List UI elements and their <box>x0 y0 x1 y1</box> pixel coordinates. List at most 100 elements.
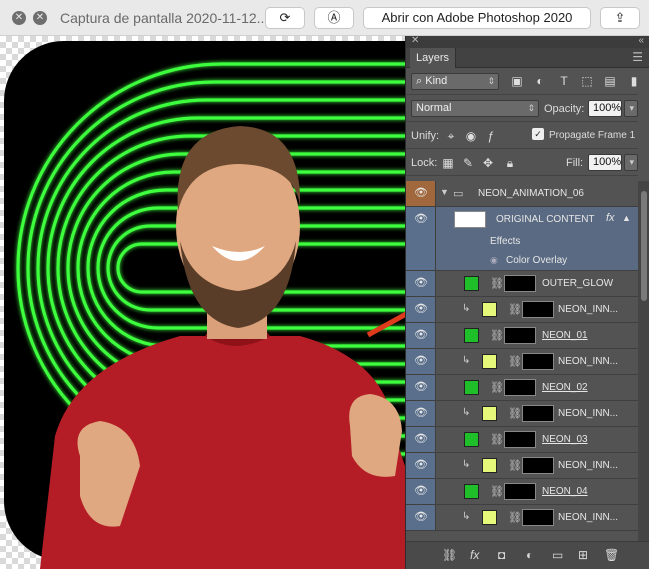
visibility-toggle[interactable]: 👁︎ <box>406 207 436 233</box>
link-icon: ⛓︎ <box>490 434 504 446</box>
link-icon: ⛓︎ <box>508 356 522 368</box>
type-filter-icon[interactable]: T <box>556 73 572 89</box>
layer-mask <box>504 275 536 292</box>
tab-bar: Layers ☰ <box>406 48 649 68</box>
unify-visibility-icon[interactable]: ◉ <box>463 128 479 144</box>
layer-row[interactable]: 👁︎ ↳ ⛓︎ NEON_INN... <box>406 297 638 323</box>
layers-list: 👁︎ ▼ ▭ NEON_ANIMATION_06 👁︎ ORIGINAL CON… <box>406 181 638 541</box>
effect-eye-icon[interactable]: ◉ <box>490 255 498 266</box>
lock-paint-icon[interactable]: ✎ <box>460 155 476 171</box>
layer-name: NEON_02 <box>542 382 588 393</box>
layer-row[interactable]: 👁︎ ↳ ⛓︎ NEON_INN... <box>406 349 638 375</box>
panel-menu-icon[interactable]: ☰ <box>632 50 643 64</box>
document-canvas[interactable] <box>0 36 405 569</box>
lock-all-icon[interactable]: 🔒︎ <box>502 155 518 171</box>
layer-row[interactable]: 👁︎ ⛓︎ NEON_04 <box>406 479 638 505</box>
visibility-toggle[interactable]: 👁︎ <box>406 297 436 322</box>
link-icon: ⛓︎ <box>490 278 504 290</box>
opacity-input[interactable]: 100% <box>588 100 622 117</box>
visibility-toggle[interactable]: 👁︎ <box>406 427 436 452</box>
fill-input[interactable]: 100% <box>588 154 622 171</box>
lock-transparency-icon[interactable]: ▦ <box>440 155 456 171</box>
visibility-toggle[interactable]: 👁︎ <box>406 323 436 348</box>
visibility-toggle[interactable]: 👁︎ <box>406 271 436 296</box>
visibility-toggle[interactable]: 👁︎ <box>406 181 436 206</box>
layer-thumbnail <box>454 211 486 228</box>
visibility-toggle[interactable]: 👁︎ <box>406 479 436 504</box>
propagate-checkbox[interactable]: ✓ <box>532 128 544 140</box>
layer-row[interactable]: 👁︎ ⛓︎ NEON_03 <box>406 427 638 453</box>
kind-filter-select[interactable]: ⌕ Kind ⇕ <box>411 73 499 90</box>
layers-scrollbar[interactable] <box>638 181 649 541</box>
layer-mask <box>504 483 536 500</box>
neon-artwork <box>16 62 405 569</box>
new-layer-icon[interactable]: ⊞ <box>578 548 588 562</box>
fx-icon[interactable]: fx <box>606 212 615 224</box>
filter-toggle-icon[interactable]: ▮ <box>626 73 642 89</box>
layers-panel: ✕ « Layers ☰ ⌕ Kind ⇕ ▣ ◐ T ⬚ ▤ ▮ Normal… <box>405 35 649 569</box>
link-layers-icon[interactable]: ⛓︎ <box>442 548 457 562</box>
blend-mode-select[interactable]: Normal ⇕ <box>411 100 539 117</box>
visibility-toggle[interactable]: 👁︎ <box>406 349 436 374</box>
add-mask-icon[interactable]: ◘ <box>498 548 505 562</box>
link-icon: ⛓︎ <box>508 460 522 472</box>
layer-row[interactable]: 👁︎ ↳ ⛓︎ NEON_INN... <box>406 453 638 479</box>
scrollbar-thumb[interactable] <box>641 191 647 301</box>
rotate-button[interactable]: ⟳ <box>265 7 305 29</box>
markup-button[interactable]: Ⓐ <box>314 7 354 29</box>
trash-icon[interactable]: 🗑︎ <box>604 548 619 562</box>
fill-dropdown-icon[interactable]: ▾ <box>624 154 638 171</box>
disclosure-triangle-icon[interactable]: ▼ <box>440 187 449 197</box>
unify-style-icon[interactable]: ƒ <box>483 128 499 144</box>
layer-selected[interactable]: 👁︎ ORIGINAL CONTENT fx ▲ <box>406 207 638 233</box>
layer-color-swatch <box>482 354 497 369</box>
layer-group[interactable]: 👁︎ ▼ ▭ NEON_ANIMATION_06 <box>406 181 638 207</box>
layer-color-swatch <box>482 458 497 473</box>
layer-name: NEON_ANIMATION_06 <box>478 188 584 199</box>
adjustment-filter-icon[interactable]: ◐ <box>532 73 548 89</box>
eye-icon: 👁︎ <box>414 329 428 341</box>
layer-name: NEON_INN... <box>558 304 619 315</box>
effects-label: Effects <box>490 236 521 247</box>
open-with-button[interactable]: Abrir con Adobe Photoshop 2020 <box>363 7 591 29</box>
new-group-icon[interactable]: ▭ <box>552 548 563 562</box>
add-style-icon[interactable]: fx <box>470 548 479 562</box>
effect-row[interactable]: ◉ Color Overlay <box>406 252 638 271</box>
tab-layers[interactable]: Layers <box>410 48 457 68</box>
visibility-toggle[interactable]: 👁︎ <box>406 453 436 478</box>
close-icon[interactable]: ✕ <box>12 11 26 25</box>
smart-filter-icon[interactable]: ▤ <box>602 73 618 89</box>
minimize-icon[interactable]: ✕ <box>33 11 47 25</box>
image-filter-icon[interactable]: ▣ <box>509 73 525 89</box>
layer-color-swatch <box>464 328 479 343</box>
layer-name: OUTER_GLOW <box>542 278 614 289</box>
kind-label: Kind <box>425 75 448 87</box>
lock-row: Lock: ▦ ✎ ✥ 🔒︎ Fill: 100% ▾ <box>406 150 638 176</box>
collapse-effects-icon[interactable]: ▲ <box>622 213 631 223</box>
share-button[interactable]: ⇪ <box>600 7 640 29</box>
folder-icon: ▭ <box>453 188 464 200</box>
visibility-toggle[interactable]: 👁︎ <box>406 375 436 400</box>
expand-icon[interactable]: « <box>638 35 644 46</box>
layer-row[interactable]: 👁︎ ⛓︎ NEON_02 <box>406 375 638 401</box>
shape-filter-icon[interactable]: ⬚ <box>579 73 595 89</box>
adjustment-layer-icon[interactable]: ◐ <box>526 548 533 562</box>
layer-name: NEON_INN... <box>558 356 619 367</box>
layer-color-swatch <box>464 484 479 499</box>
effects-row[interactable]: Effects <box>406 233 638 252</box>
visibility-toggle[interactable]: 👁︎ <box>406 505 436 530</box>
layer-row[interactable]: 👁︎ ⛓︎ OUTER_GLOW <box>406 271 638 297</box>
lock-move-icon[interactable]: ✥ <box>480 155 496 171</box>
layer-row[interactable]: 👁︎ ↳ ⛓︎ NEON_INN... <box>406 401 638 427</box>
eye-icon: 👁︎ <box>414 511 428 523</box>
collapse-icon[interactable]: ✕ <box>411 35 419 46</box>
chevron-down-icon: ⇕ <box>527 103 535 113</box>
visibility-toggle[interactable]: 👁︎ <box>406 401 436 426</box>
unify-label: Unify: <box>411 130 440 142</box>
layer-row[interactable]: 👁︎ ↳ ⛓︎ NEON_INN... <box>406 505 638 531</box>
unify-position-icon[interactable]: ⌖ <box>443 128 459 144</box>
opacity-dropdown-icon[interactable]: ▾ <box>624 100 638 117</box>
layer-name: NEON_INN... <box>558 460 619 471</box>
clipping-icon: ↳ <box>462 355 471 366</box>
layer-row[interactable]: 👁︎ ⛓︎ NEON_01 <box>406 323 638 349</box>
